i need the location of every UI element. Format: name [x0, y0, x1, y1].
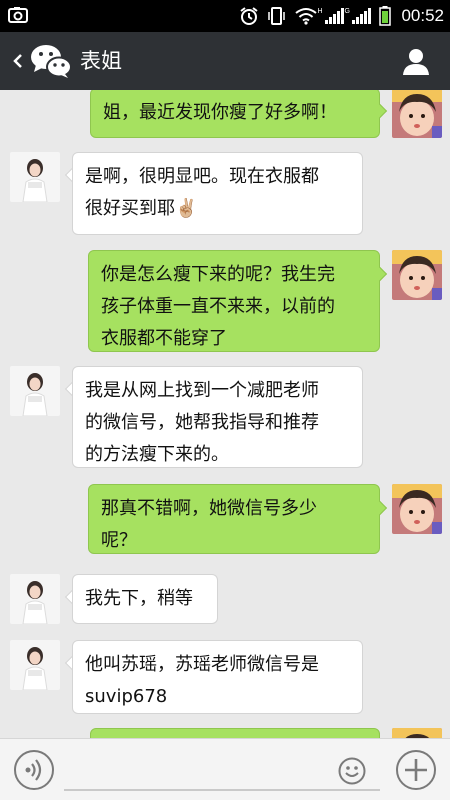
message-text-line: 我先下，稍等 — [85, 588, 193, 609]
message-text-line: 孩子体重一直不来来，以前的 — [101, 296, 335, 317]
wechat-logo-icon — [31, 45, 72, 78]
profile-icon[interactable] — [402, 46, 430, 76]
message-text-line: 衣服都不能穿了 — [101, 328, 227, 349]
message-text-line: 呢？ — [101, 530, 137, 551]
message-list[interactable]: 姐，最近发现你瘦了好多啊！ 是啊，很明显吧。现在衣服都 很好买到耶✌🏼 你是怎么… — [0, 90, 450, 738]
back-chevron-icon[interactable] — [8, 46, 28, 76]
message-text-line: 的方法瘦下来的。 — [85, 444, 229, 465]
message-bubble[interactable]: 你是怎么瘦下来的呢？我生完 孩子体重一直不来来，以前的 衣服都不能穿了 — [88, 250, 380, 352]
avatar[interactable] — [392, 728, 442, 738]
avatar[interactable] — [392, 90, 442, 138]
voice-button[interactable] — [14, 750, 54, 790]
message-bubble[interactable]: 我先下，稍等 — [72, 574, 218, 624]
message-text-line: 是啊，很明显吧。现在衣服都 — [85, 166, 319, 187]
message-bubble[interactable]: 我是从网上找到一个减肥老师 的微信号，她帮我指导和推荐 的方法瘦下来的。 — [72, 366, 363, 468]
input-bar — [0, 738, 450, 800]
chat-title-bar: 表姐 — [0, 32, 450, 90]
message-bubble[interactable] — [90, 728, 380, 738]
message-text-line: 很好买到耶 — [85, 198, 175, 219]
message-bubble[interactable]: 是啊，很明显吧。现在衣服都 很好买到耶✌🏼 — [72, 152, 363, 235]
avatar[interactable] — [10, 152, 60, 202]
signal-icon: H — [317, 8, 345, 24]
chat-title: 表姐 — [80, 49, 122, 73]
voice-icon — [25, 759, 42, 781]
avatar[interactable] — [10, 640, 60, 690]
network-type-2: G — [344, 8, 350, 15]
alarm-icon — [240, 7, 259, 25]
signal-icon: G — [344, 8, 372, 24]
message-input[interactable] — [64, 751, 380, 791]
message-text-line: 他叫苏瑶，苏瑶老师微信号是 — [85, 654, 319, 675]
avatar[interactable] — [10, 366, 60, 416]
message-bubble[interactable]: 姐，最近发现你瘦了好多啊！ — [90, 90, 380, 138]
message-text-line: suvip678 — [85, 686, 168, 707]
camera-icon — [8, 7, 28, 23]
message-text-line: 姐，最近发现你瘦了好多啊！ — [103, 102, 337, 123]
message-bubble[interactable]: 那真不错啊，她微信号多少 呢？ — [88, 484, 380, 554]
message-text-line: 你是怎么瘦下来的呢？我生完 — [101, 264, 335, 285]
message-bubble[interactable]: 他叫苏瑶，苏瑶老师微信号是 suvip678 — [72, 640, 363, 714]
battery-icon — [379, 6, 392, 26]
message-text-line: 我是从网上找到一个减肥老师 — [85, 380, 319, 401]
message-text-line: 的微信号，她帮我指导和推荐 — [85, 412, 319, 433]
clock: 00:52 — [401, 6, 444, 25]
avatar[interactable] — [392, 250, 442, 300]
vibrate-icon — [268, 7, 286, 25]
more-button[interactable] — [396, 750, 436, 790]
victory-hand-emoji: ✌🏼 — [175, 198, 198, 219]
message-text-line: 那真不错啊，她微信号多少 — [101, 498, 317, 519]
network-type-1: H — [317, 8, 323, 15]
wifi-icon — [295, 8, 318, 25]
status-bar: H G 00:52 — [0, 0, 450, 32]
plus-icon — [405, 759, 427, 781]
emoji-icon[interactable] — [338, 757, 366, 785]
avatar[interactable] — [392, 484, 442, 534]
avatar[interactable] — [10, 574, 60, 624]
